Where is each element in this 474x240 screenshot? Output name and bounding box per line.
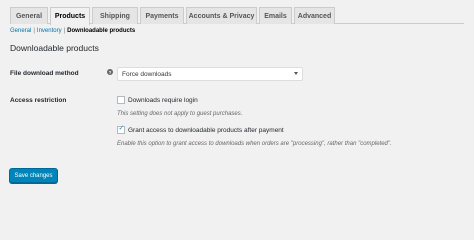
checkmark-icon: ✓ bbox=[118, 124, 125, 132]
select-value: Force downloads bbox=[122, 70, 172, 78]
subnav-link-inventory[interactable]: Inventory bbox=[37, 28, 62, 34]
subnav-current: Downloadable products bbox=[67, 28, 136, 34]
settings-tabs: General Products Shipping Payments Accou… bbox=[10, 6, 464, 25]
subnav-separator: | bbox=[63, 28, 66, 34]
tab-accounts-privacy[interactable]: Accounts & Privacy bbox=[186, 7, 257, 24]
tab-general[interactable]: General bbox=[10, 7, 48, 24]
require-login-checkbox[interactable] bbox=[117, 96, 125, 104]
tab-payments[interactable]: Payments bbox=[140, 7, 184, 24]
tab-products[interactable]: Products bbox=[50, 7, 90, 25]
require-login-description: This setting does not apply to guest pur… bbox=[117, 111, 243, 117]
tab-advanced[interactable]: Advanced bbox=[294, 7, 335, 24]
section-title: Downloadable products bbox=[10, 43, 99, 53]
tab-shipping[interactable]: Shipping bbox=[92, 7, 138, 24]
subnav-link-general[interactable]: General bbox=[10, 28, 31, 34]
section-subnav: General | Inventory | Downloadable products bbox=[10, 28, 135, 34]
file-download-method-label: File download method bbox=[10, 70, 79, 77]
tab-emails[interactable]: Emails bbox=[259, 7, 292, 24]
help-icon[interactable]: ? bbox=[107, 69, 113, 75]
file-download-method-select[interactable]: Force downloads bbox=[117, 67, 303, 81]
chevron-down-icon bbox=[294, 72, 298, 75]
grant-access-checkbox[interactable]: ✓ bbox=[117, 124, 125, 134]
grant-access-label[interactable]: Grant access to downloadable products af… bbox=[128, 127, 284, 134]
access-restriction-label: Access restriction bbox=[10, 97, 67, 104]
subnav-separator: | bbox=[33, 28, 35, 34]
require-login-label[interactable]: Downloads require login bbox=[128, 97, 198, 104]
save-changes-button[interactable]: Save changes bbox=[9, 168, 58, 183]
grant-access-description: Enable this option to grant access to do… bbox=[117, 141, 392, 147]
